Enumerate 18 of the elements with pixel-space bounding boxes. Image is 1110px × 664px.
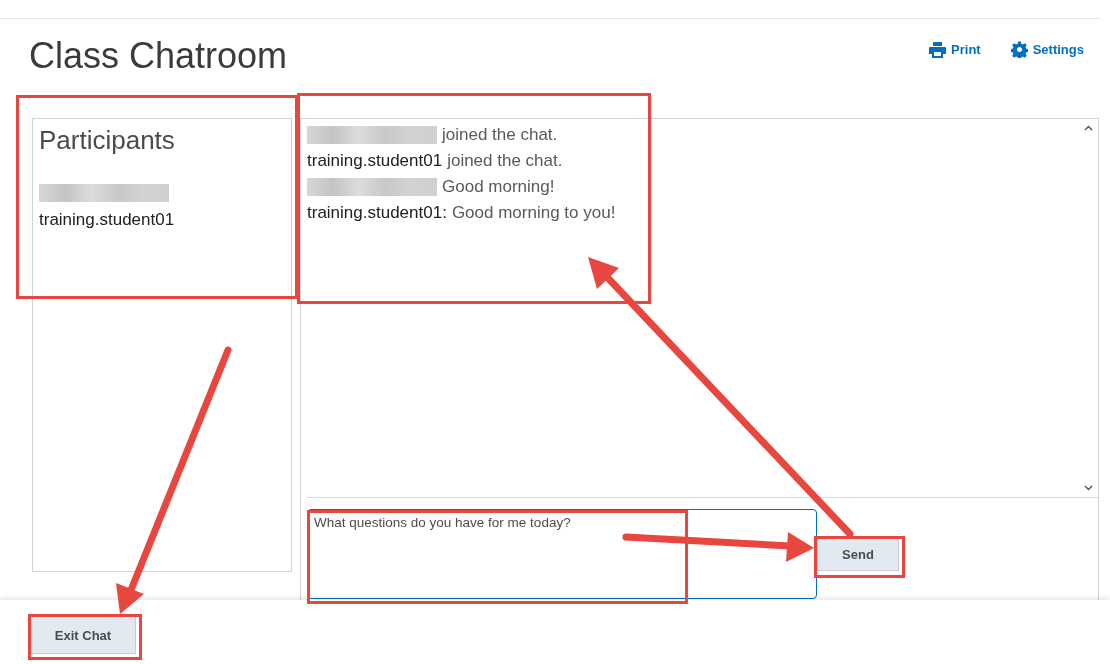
header-link[interactable]: Settings — [1010, 41, 1084, 58]
message-text: joined the chat. — [442, 125, 558, 145]
scroll-down-icon[interactable] — [1083, 485, 1093, 491]
sender-name: training.student01 — [307, 151, 443, 171]
message-text: Good morning to you! — [451, 203, 616, 223]
scroll-up-icon[interactable] — [1083, 125, 1093, 131]
printer-icon — [929, 41, 947, 58]
header-link[interactable]: Print — [929, 41, 981, 58]
sender-name: training.student01: — [307, 203, 447, 223]
participant-name: training.student01 — [39, 210, 176, 230]
message-text: joined the chat. — [447, 151, 563, 171]
page-title: Class Chatroom — [29, 35, 288, 77]
message-text: Good morning! — [442, 177, 555, 197]
message-input[interactable]: What questions do you have for me today? — [307, 509, 817, 599]
send-button[interactable]: Send — [817, 537, 899, 571]
exit-chat-button[interactable]: Exit Chat — [30, 616, 136, 654]
settings-icon — [1010, 41, 1028, 58]
participants-heading: Participants — [39, 125, 176, 156]
